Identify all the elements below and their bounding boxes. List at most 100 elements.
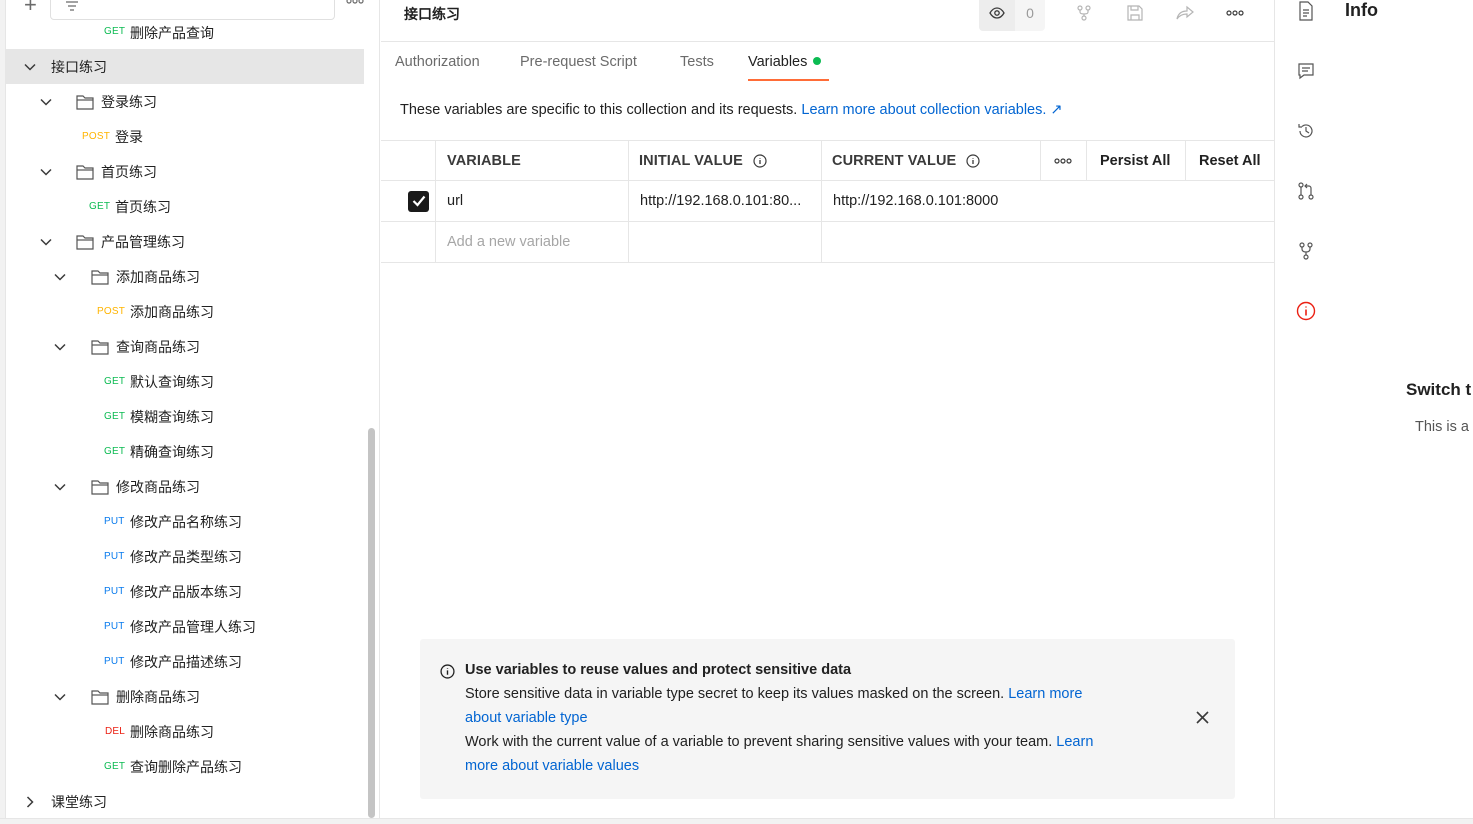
chevron-down-icon[interactable] [40, 166, 52, 178]
share-icon [1176, 5, 1194, 19]
comments-icon[interactable] [1295, 60, 1317, 82]
sidebar-request[interactable]: GET 首页练习 [6, 189, 364, 224]
request-method-badge: GET [89, 201, 111, 212]
current-value-cell[interactable]: http://192.168.0.101:8000 [833, 181, 998, 221]
sidebar-folder[interactable]: 产品管理练习 [6, 224, 364, 259]
sidebar-item-label: 精确查询练习 [130, 443, 214, 460]
watch-button[interactable]: 0 [979, 0, 1045, 31]
sidebar-item-label: 删除商品练习 [130, 723, 214, 740]
banner-line-2: about variable type [465, 710, 588, 726]
initial-value-cell[interactable]: http://192.168.0.101:80... [640, 181, 801, 221]
reset-all-button[interactable]: Reset All [1199, 141, 1261, 180]
save-icon [1127, 4, 1143, 21]
tab-variables[interactable]: Variables [748, 54, 822, 70]
request-method-badge: PUT [104, 551, 125, 562]
request-method-badge: GET [104, 761, 126, 772]
learn-more-variable-type-link-cont[interactable]: about variable type [465, 710, 588, 726]
close-icon[interactable] [1196, 711, 1209, 724]
sidebar-folder[interactable]: 登录练习 [6, 84, 364, 119]
sidebar-folder[interactable]: 首页练习 [6, 154, 364, 189]
add-new-variable-input[interactable]: Add a new variable [447, 222, 570, 262]
sidebar-folder[interactable]: 添加商品练习 [6, 259, 364, 294]
more-icon[interactable] [346, 0, 364, 4]
header-initial-value: INITIAL VALUE [639, 141, 767, 180]
sidebar-request[interactable]: GET 精确查询练习 [6, 434, 364, 469]
sidebar-request[interactable]: PUT 修改产品名称练习 [6, 504, 364, 539]
share-button[interactable] [1166, 0, 1204, 31]
tab-tests[interactable]: Tests [680, 54, 714, 70]
fork-button[interactable] [1065, 0, 1103, 31]
sidebar-request[interactable]: GET 模糊查询练习 [6, 399, 364, 434]
save-button[interactable] [1116, 0, 1154, 31]
sidebar-item-label: 删除商品练习 [116, 688, 200, 705]
sidebar-request[interactable]: GET 删除产品查询 [6, 14, 364, 42]
chevron-down-icon[interactable] [40, 236, 52, 248]
info-icon[interactable] [753, 153, 767, 168]
sidebar-folder[interactable]: 查询商品练习 [6, 329, 364, 364]
eye-icon [979, 0, 1015, 31]
info-icon [440, 664, 455, 679]
learn-more-variable-values-link[interactable]: Learn [1056, 734, 1093, 750]
folder-icon [76, 94, 94, 110]
sidebar-request[interactable]: POST 登录 [6, 119, 364, 154]
sidebar-folder[interactable]: 修改商品练习 [6, 469, 364, 504]
learn-more-variable-type-link[interactable]: Learn more [1008, 686, 1082, 702]
collection-tabs: Authorization Pre-request Script Tests V… [381, 42, 1274, 82]
sidebar-request[interactable]: PUT 修改产品管理人练习 [6, 609, 364, 644]
sidebar-request[interactable]: PUT 修改产品版本练习 [6, 574, 364, 609]
request-method-badge: POST [97, 306, 126, 317]
row-checkbox[interactable] [408, 181, 429, 221]
tab-authorization[interactable]: Authorization [395, 54, 480, 70]
chevron-down-icon[interactable] [40, 96, 52, 108]
checkmark-icon [408, 190, 429, 212]
folder-icon [91, 269, 109, 285]
sidebar-request[interactable]: PUT 修改产品描述练习 [6, 644, 364, 679]
pull-requests-icon[interactable] [1295, 180, 1317, 202]
header-current-value: CURRENT VALUE [832, 141, 980, 180]
persist-all-button[interactable]: Persist All [1100, 141, 1170, 180]
learn-more-collection-variables-link[interactable]: Learn more about collection variables. ↗ [801, 102, 1062, 118]
variables-description: These variables are specific to this col… [400, 102, 1063, 118]
sidebar-request[interactable]: POST 添加商品练习 [6, 294, 364, 329]
info-icon[interactable] [966, 153, 980, 168]
chevron-down-icon[interactable] [54, 341, 66, 353]
table-more-button[interactable] [1054, 141, 1072, 180]
collection-title: 接口练习 [404, 6, 460, 22]
more-actions-button[interactable] [1216, 0, 1254, 31]
documentation-icon[interactable] [1295, 0, 1317, 22]
sidebar-item-label: 删除产品查询 [130, 25, 214, 41]
more-icon [1054, 157, 1072, 164]
chevron-right-icon[interactable] [24, 795, 36, 808]
chevron-down-icon[interactable] [24, 61, 36, 73]
sidebar-request[interactable]: GET 默认查询练习 [6, 364, 364, 399]
fork-icon [1077, 4, 1091, 21]
sidebar-item-label: 查询商品练习 [116, 338, 200, 355]
sidebar-request[interactable]: DEL 删除商品练习 [6, 714, 364, 749]
chevron-down-icon[interactable] [54, 481, 66, 493]
sidebar-scrollbar-thumb[interactable] [368, 428, 375, 818]
sidebar-item-label: 默认查询练习 [130, 373, 214, 390]
history-icon[interactable] [1295, 120, 1317, 142]
sidebar-collection[interactable]: 课堂练习 [6, 784, 364, 819]
request-method-badge: GET [104, 376, 126, 387]
info-icon[interactable] [1295, 300, 1317, 322]
sidebar-request[interactable]: GET 查询删除产品练习 [6, 749, 364, 784]
sidebar-item-label: 修改产品管理人练习 [130, 618, 256, 635]
tab-pre-request-script[interactable]: Pre-request Script [520, 54, 637, 70]
chevron-down-icon[interactable] [54, 271, 66, 283]
switch-heading: Switch t [1406, 380, 1472, 399]
sidebar-item-label: 修改产品名称练习 [130, 513, 242, 530]
sidebar-item-label: 修改产品描述练习 [130, 653, 242, 670]
sidebar-collection[interactable]: 接口练习 [6, 49, 364, 84]
filter-icon [66, 1, 78, 11]
variable-name-cell[interactable]: url [447, 181, 463, 221]
description-text: These variables are specific to this col… [400, 102, 802, 118]
header-initial-value-label: INITIAL VALUE [639, 152, 743, 169]
forks-icon[interactable] [1295, 240, 1317, 262]
sidebar-folder[interactable]: 删除商品练习 [6, 679, 364, 714]
sidebar-item-label: 登录练习 [101, 93, 157, 110]
sidebar-item-label: 接口练习 [51, 58, 107, 75]
chevron-down-icon[interactable] [54, 691, 66, 703]
learn-more-variable-values-link-cont[interactable]: more about variable values [465, 758, 639, 774]
sidebar-request[interactable]: PUT 修改产品类型练习 [6, 539, 364, 574]
